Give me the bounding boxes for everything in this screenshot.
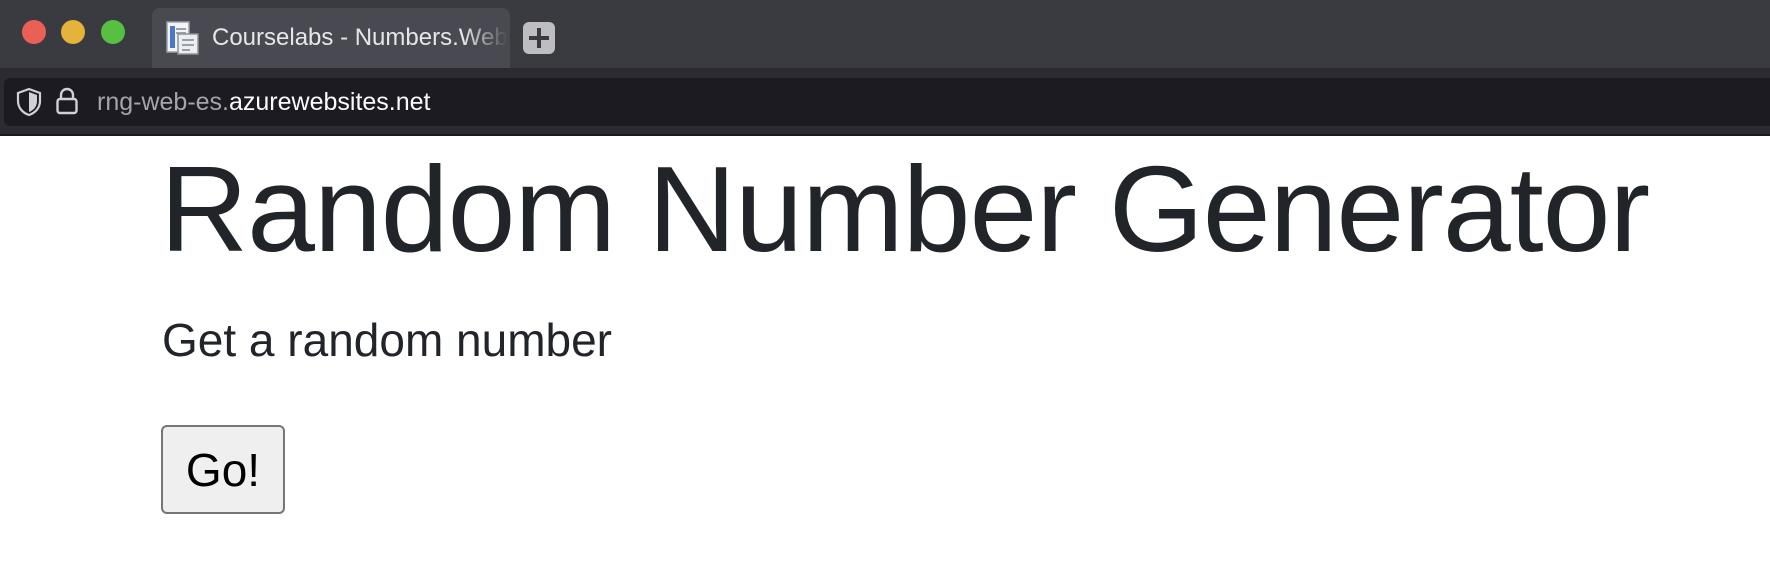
- document-icon: [166, 21, 199, 55]
- go-button[interactable]: Go!: [161, 425, 285, 514]
- shield-icon[interactable]: [14, 87, 44, 117]
- page-subtitle: Get a random number: [162, 314, 613, 366]
- url-domain: azurewebsites.net: [229, 88, 431, 116]
- minimize-window-button[interactable]: [61, 20, 85, 44]
- new-tab-button[interactable]: [523, 22, 555, 54]
- maximize-window-button[interactable]: [101, 20, 125, 44]
- plus-icon: [529, 28, 549, 48]
- browser-tab[interactable]: Courselabs - Numbers.Web: [152, 8, 510, 68]
- tab-bar: Courselabs - Numbers.Web: [0, 0, 1770, 68]
- url-subdomain: rng-web-es.: [97, 88, 229, 116]
- address-bar[interactable]: rng-web-es.azurewebsites.net: [4, 78, 1770, 126]
- navigation-bar: rng-web-es.azurewebsites.net: [0, 68, 1770, 134]
- tab-title: Courselabs - Numbers.Web: [212, 24, 508, 51]
- lock-icon[interactable]: [54, 86, 80, 116]
- web-page-content: Random Number Generator Get a random num…: [0, 136, 1770, 570]
- browser-window: Courselabs - Numbers.Web rng-web-es.azur…: [0, 0, 1770, 570]
- url-text[interactable]: rng-web-es.azurewebsites.net: [97, 88, 431, 117]
- page-title: Random Number Generator: [160, 141, 1650, 277]
- close-window-button[interactable]: [22, 20, 46, 44]
